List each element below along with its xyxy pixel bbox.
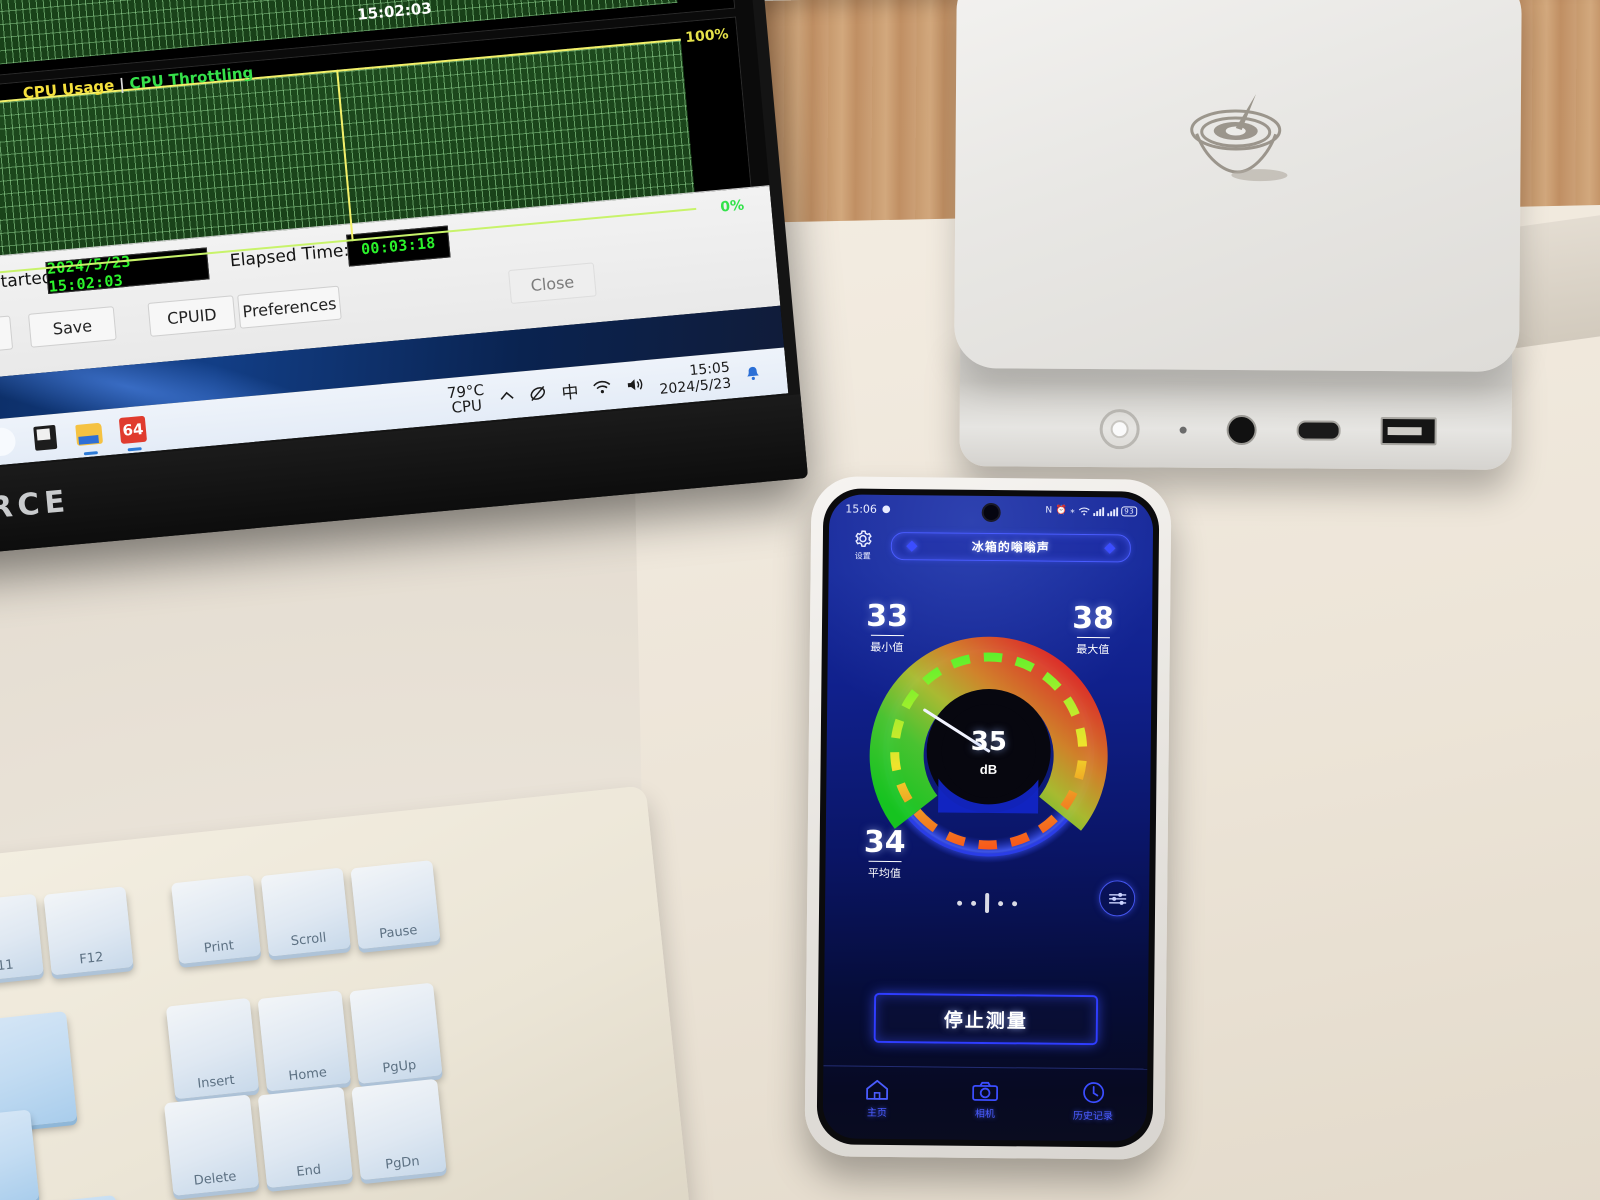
terminal-icon[interactable] [30, 423, 60, 453]
graph-bottom-ylabel-bottom: 0% [719, 197, 745, 216]
key-end[interactable]: End [257, 1086, 353, 1189]
front-camera-icon [981, 502, 1001, 523]
settings-label: 设置 [854, 551, 871, 561]
camera-icon [972, 1080, 999, 1101]
key-home[interactable]: Home [257, 990, 351, 1092]
gear-icon [853, 529, 873, 549]
wave-bar [985, 892, 990, 914]
settings-button[interactable]: 设置 [843, 528, 883, 561]
key-pgup[interactable]: PgUp [349, 982, 443, 1084]
bell-icon[interactable] [745, 365, 761, 382]
pill-diamond-right-icon [1104, 542, 1116, 554]
measurement-title-pill[interactable]: 冰箱的嗡嗡声 [890, 531, 1131, 562]
cpu-temp-readout: 79°C CPU [446, 381, 486, 417]
nfc-icon: N [1045, 505, 1053, 516]
cpu-stress-app-window: 20 15:02:03 CPU Usage|CPU Throttling [0, 0, 789, 473]
phone-frame: 15:06 ● N ⏰ ⁎ 93 设置 冰箱的嗡嗡声 33 最小值 38 最大值… [816, 488, 1160, 1148]
wave-dot [1012, 900, 1018, 906]
preferences-button[interactable]: Preferences [237, 285, 342, 329]
alarm-icon: ⏰ [1055, 505, 1068, 516]
monitor: FORCE 20 15:02:03 CPU Usage|CPU [0, 0, 809, 560]
nav-label-home: 主页 [866, 1107, 887, 1119]
gauge-area: 33 最小值 38 最大值 34 平均值 35 dB [825, 595, 1152, 917]
current-unit: dB [979, 761, 998, 778]
monitor-screen: 20 15:02:03 CPU Usage|CPU Throttling [0, 0, 789, 473]
stop-measurement-label: 停止测量 [943, 1010, 1028, 1032]
graph-bottom-ylabel-top: 100% [684, 26, 730, 47]
close-button[interactable]: Close [508, 262, 597, 305]
bottom-nav-bar: 主页 相机 历史记录 [822, 1065, 1148, 1134]
wave-dot [957, 900, 963, 906]
key-scroll[interactable]: Scroll [260, 867, 351, 957]
taskbar-icons: 64 [0, 415, 148, 461]
keyboard: F10 F11 F12 Print Scroll Pause = + ← Ins… [0, 785, 691, 1200]
nav-item-history[interactable]: 历史记录 [1039, 1080, 1147, 1122]
nav-item-camera[interactable]: 相机 [931, 1080, 1039, 1120]
message-icon: ● [881, 503, 891, 515]
signal-icon [1093, 506, 1105, 516]
status-bar-right-icons: N ⏰ ⁎ 93 [1045, 505, 1138, 517]
microphone-hole [1179, 426, 1187, 434]
phone-screen[interactable]: 15:06 ● N ⏰ ⁎ 93 设置 冰箱的嗡嗡声 33 最小值 38 最大值… [822, 494, 1154, 1142]
cpuz-64-icon[interactable]: 64 [118, 415, 148, 452]
pen-ink-icon[interactable] [529, 384, 547, 402]
power-button[interactable] [1099, 409, 1140, 450]
key-delete[interactable]: Delete [163, 1094, 260, 1196]
phone: 15:06 ● N ⏰ ⁎ 93 设置 冰箱的嗡嗡声 33 最小值 38 最大值… [804, 476, 1172, 1160]
clock-icon [1082, 1080, 1105, 1103]
audio-jack [1226, 414, 1257, 446]
stop-measurement-button[interactable]: 停止测量 [873, 992, 1099, 1046]
equalizer-icon[interactable] [1098, 880, 1136, 917]
chevron-up-icon[interactable] [499, 390, 515, 401]
key-print[interactable]: Print [170, 874, 262, 965]
key-f12[interactable]: F12 [43, 886, 134, 976]
nav-label-camera: 相机 [974, 1108, 995, 1120]
wifi-icon [1078, 506, 1090, 515]
save-button[interactable]: Save [27, 306, 117, 348]
wave-dot [998, 900, 1004, 906]
usb-a-port [1380, 417, 1437, 446]
legend-separator: | [118, 75, 126, 94]
spinning-top-logo [1163, 79, 1314, 200]
nav-label-history: 历史记录 [1072, 1110, 1113, 1122]
signal-icon-2 [1107, 506, 1119, 516]
turtle-icon[interactable] [0, 426, 17, 461]
mini-pc [953, 0, 1522, 502]
home-icon [865, 1079, 889, 1101]
min-value: 33 [866, 598, 909, 635]
folder-icon[interactable] [74, 419, 104, 456]
cpu-temp-label: CPU [450, 396, 483, 417]
usb-c-port [1296, 420, 1341, 441]
volume-icon[interactable] [625, 376, 644, 393]
clear-button[interactable]: Clear [0, 315, 14, 358]
nav-item-home[interactable]: 主页 [823, 1078, 931, 1119]
max-value: 38 [1072, 600, 1115, 637]
wave-dot [971, 900, 977, 906]
cpuz-badge-label: 64 [118, 415, 148, 444]
app-header: 设置 冰箱的嗡嗡声 [829, 522, 1153, 564]
desk-scene: FORCE 20 15:02:03 CPU Usage|CPU [0, 0, 1600, 1200]
current-reading: 35 dB [970, 726, 1008, 778]
pill-diamond-left-icon [906, 540, 918, 552]
key-pause[interactable]: Pause [350, 860, 441, 950]
taskbar-clock[interactable]: 15:05 2024/5/23 [657, 359, 732, 398]
key-pgdn[interactable]: PgDn [351, 1078, 447, 1181]
key-insert[interactable]: Insert [165, 997, 260, 1100]
wifi-icon[interactable] [593, 379, 612, 395]
measurement-title: 冰箱的嗡嗡声 [971, 539, 1050, 555]
bluetooth-icon: ⁎ [1070, 505, 1076, 516]
cpuid-button[interactable]: CPUID [147, 295, 237, 337]
current-value: 35 [970, 726, 1008, 758]
waveform-indicator [957, 892, 1018, 914]
sound-level-gauge: 35 dB [867, 630, 1110, 873]
mini-pc-ports [1099, 409, 1437, 451]
ime-chinese-icon[interactable]: 中 [560, 377, 580, 403]
status-bar-time: 15:06 [845, 501, 878, 516]
battery-icon: 93 [1121, 506, 1138, 517]
